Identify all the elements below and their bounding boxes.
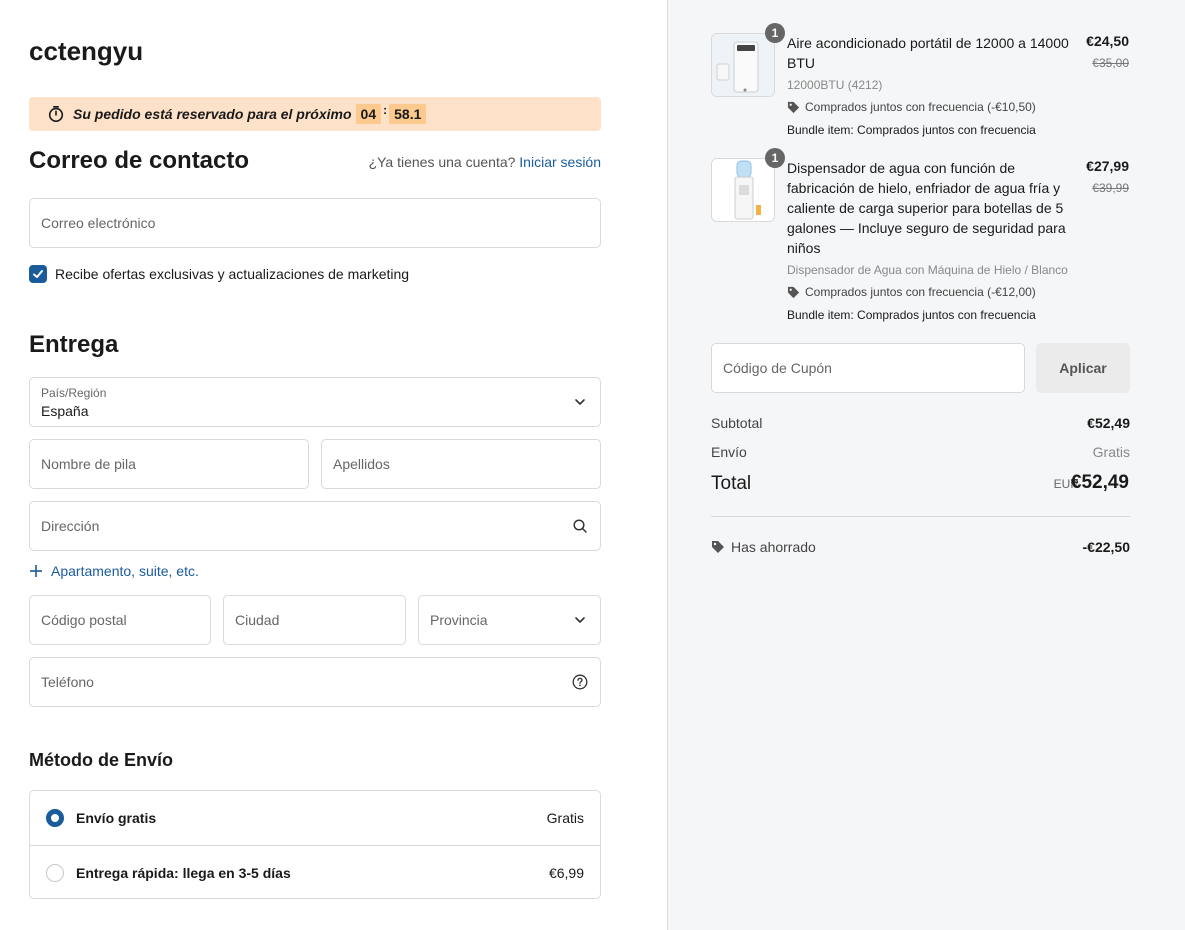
item-discount-text: Comprados juntos con frecuencia (-€10,50… — [805, 100, 1036, 114]
first-name-placeholder: Nombre de pila — [41, 456, 136, 472]
search-icon — [573, 519, 587, 533]
tag-icon — [787, 101, 800, 113]
water-dispenser-image — [712, 159, 774, 221]
timer-seconds: 58.1 — [389, 104, 427, 124]
login-prompt-text: ¿Ya tienes una cuenta? — [368, 154, 516, 170]
login-prompt: ¿Ya tienes una cuenta? Iniciar sesión — [369, 154, 601, 170]
postal-code-field[interactable]: Código postal — [29, 595, 211, 645]
shipping-value: Gratis — [1092, 444, 1130, 460]
last-name-placeholder: Apellidos — [333, 456, 390, 472]
summary-divider — [711, 516, 1130, 517]
marketing-checkbox[interactable] — [29, 265, 47, 283]
phone-field[interactable]: Teléfono — [29, 657, 601, 707]
item-name: Dispensador de agua con función de fabri… — [787, 160, 1066, 256]
chevron-down-icon — [575, 617, 585, 623]
savings-label: Has ahorrado — [731, 539, 816, 555]
shop-name[interactable]: cctengyu — [29, 36, 143, 67]
air-conditioner-image — [712, 34, 774, 96]
address-field[interactable]: Dirección — [29, 501, 601, 551]
item-price: €27,99 — [1086, 158, 1129, 174]
marketing-checkbox-row[interactable]: Recibe ofertas exclusivas y actualizacio… — [29, 265, 409, 283]
item-discount: Comprados juntos con frecuencia (-€12,00… — [787, 285, 1036, 299]
shipping-option-price: €6,99 — [548, 864, 584, 881]
timer-text: Su pedido está reservado para el próximo — [73, 106, 352, 122]
cart-item: 1 Dispensador de agua con función de fab… — [711, 148, 1129, 328]
item-bundle: Bundle item: Comprados juntos con frecue… — [787, 308, 1036, 322]
apply-coupon-button[interactable]: Aplicar — [1036, 343, 1130, 393]
radio-selected[interactable] — [46, 809, 64, 827]
subtotal-value: €52,49 — [1087, 415, 1130, 431]
subtotal-row: Subtotal €52,49 — [711, 415, 1130, 431]
subtotal-label: Subtotal — [711, 415, 763, 431]
email-field[interactable]: Correo electrónico — [29, 198, 601, 248]
shipping-option-label: Entrega rápida: llega en 3-5 días — [76, 864, 291, 881]
item-discount: Comprados juntos con frecuencia (-€10,50… — [787, 100, 1036, 114]
item-bundle: Bundle item: Comprados juntos con frecue… — [787, 123, 1036, 137]
country-label: País/Región — [41, 386, 107, 400]
address-placeholder: Dirección — [41, 518, 100, 534]
email-placeholder: Correo electrónico — [41, 215, 156, 231]
quantity-badge: 1 — [765, 23, 785, 43]
item-discount-text: Comprados juntos con frecuencia (-€12,00… — [805, 285, 1036, 299]
savings-row: Has ahorrado -€22,50 — [711, 539, 1130, 555]
help-icon[interactable] — [572, 674, 588, 690]
city-placeholder: Ciudad — [235, 612, 280, 628]
login-link[interactable]: Iniciar sesión — [519, 154, 601, 170]
coupon-field[interactable]: Código de Cupón — [711, 343, 1025, 393]
item-price: €24,50 — [1086, 33, 1129, 49]
total-label: Total — [711, 473, 752, 494]
item-name: Aire acondicionado portátil de 12000 a 1… — [787, 35, 1069, 71]
shipping-option-label: Envío gratis — [76, 810, 157, 826]
item-variant: Dispensador de Agua con Máquina de Hielo… — [787, 263, 1068, 277]
delivery-title: Entrega — [29, 331, 119, 358]
shipping-label: Envío — [711, 444, 747, 460]
checkmark-icon — [33, 270, 43, 278]
shipping-options: Envío gratis Gratis Entrega rápida: lleg… — [29, 790, 601, 899]
timer-colon: : — [383, 103, 388, 117]
order-summary-panel: 1 Aire acondicionado portátil de 12000 a… — [667, 0, 1185, 930]
province-select[interactable]: Provincia — [418, 595, 601, 645]
quantity-badge: 1 — [765, 148, 785, 168]
shipping-option-free[interactable]: Envío gratis Gratis — [30, 791, 600, 845]
total-value: €52,49 — [1070, 472, 1129, 493]
first-name-field[interactable]: Nombre de pila — [29, 439, 309, 489]
postal-code-placeholder: Código postal — [41, 612, 127, 628]
cart-item: 1 Aire acondicionado portátil de 12000 a… — [711, 23, 1129, 143]
shipping-method-title: Método de Envío — [29, 750, 173, 770]
product-image-air-conditioner — [711, 33, 775, 97]
item-old-price: €35,00 — [1092, 56, 1129, 70]
chevron-down-icon — [575, 399, 585, 405]
item-variant: 12000BTU (4212) — [787, 78, 883, 92]
phone-placeholder: Teléfono — [41, 674, 94, 690]
country-value: España — [41, 403, 89, 419]
province-placeholder: Provincia — [430, 612, 488, 628]
add-apartment-link[interactable]: Apartamento, suite, etc. — [29, 563, 199, 579]
city-field[interactable]: Ciudad — [223, 595, 406, 645]
coupon-placeholder: Código de Cupón — [723, 360, 832, 376]
country-select[interactable]: País/Región España — [29, 377, 601, 427]
product-image-water-dispenser — [711, 158, 775, 222]
contact-title: Correo de contacto — [29, 147, 250, 174]
reservation-timer-bar: Su pedido está reservado para el próximo… — [29, 97, 601, 131]
stopwatch-icon — [48, 105, 64, 123]
add-apartment-label: Apartamento, suite, etc. — [51, 563, 199, 579]
shipping-option-express[interactable]: Entrega rápida: llega en 3-5 días €6,99 — [30, 845, 600, 899]
tag-icon — [787, 286, 800, 298]
shipping-option-price: Gratis — [546, 810, 584, 826]
plus-icon — [30, 565, 42, 577]
savings-value: -€22,50 — [1082, 539, 1130, 555]
last-name-field[interactable]: Apellidos — [321, 439, 601, 489]
shipping-row: Envío Gratis — [711, 444, 1130, 460]
checkout-form-panel: cctengyu Su pedido está reservado para e… — [0, 0, 667, 930]
timer-minutes: 04 — [355, 104, 382, 124]
marketing-label: Recibe ofertas exclusivas y actualizacio… — [55, 266, 410, 282]
radio-unselected[interactable] — [46, 863, 64, 882]
item-old-price: €39,99 — [1092, 181, 1129, 195]
tag-icon — [712, 541, 724, 553]
